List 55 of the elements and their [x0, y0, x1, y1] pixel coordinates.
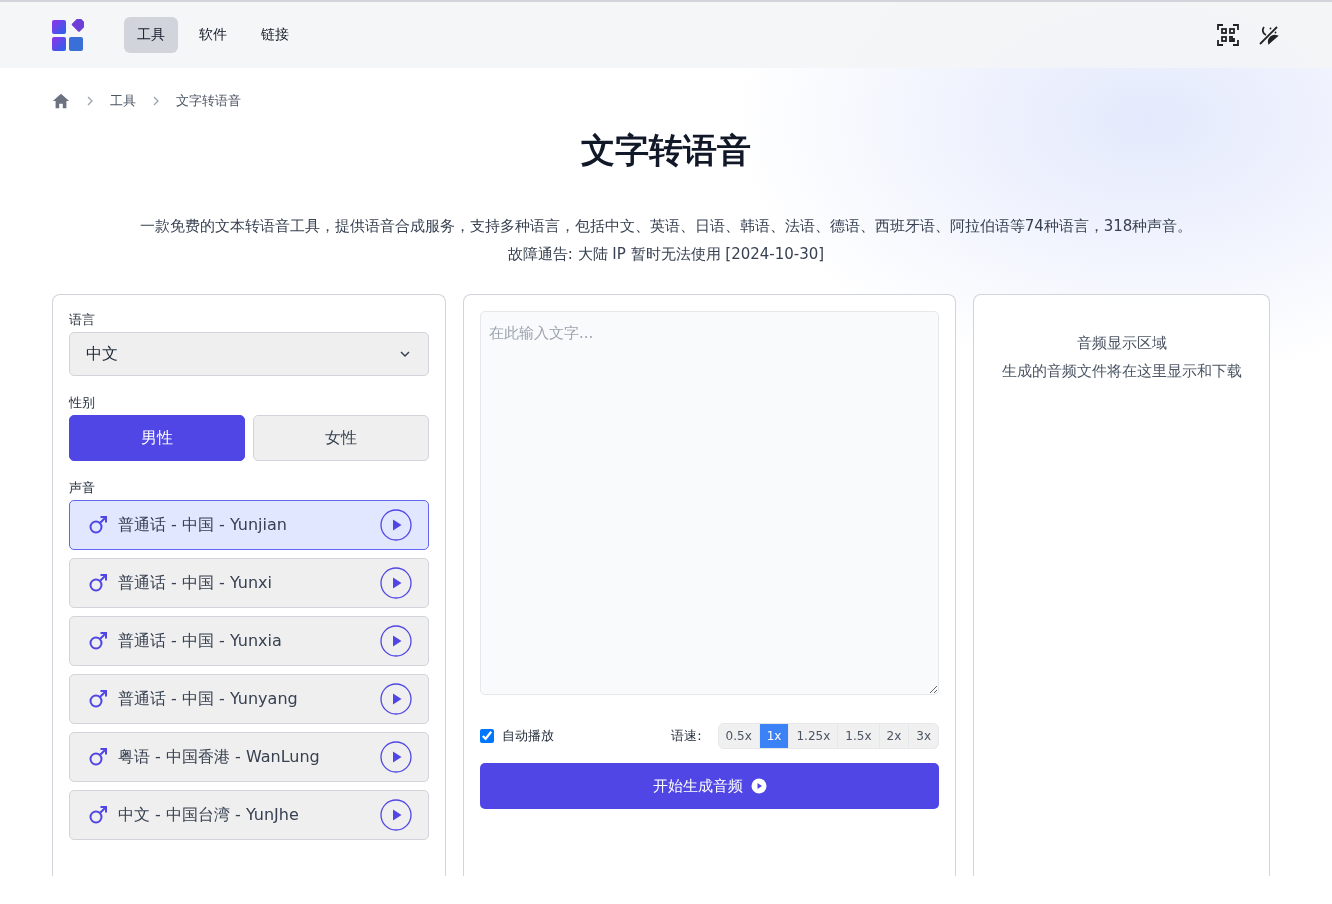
home-icon[interactable] — [52, 92, 70, 110]
autoplay-checkbox[interactable] — [480, 729, 494, 743]
field-label: 性别 — [69, 394, 96, 412]
voice-name: 普通话 - 中国 - Yunyang — [118, 688, 299, 710]
voice-name: 普通话 - 中国 - Yunxia — [118, 630, 283, 652]
logo-icon[interactable] — [52, 19, 84, 51]
nav-tab[interactable]: 软件 — [186, 17, 240, 53]
speed-option[interactable]: 2x — [878, 724, 909, 748]
voice-option[interactable]: 普通话 - 中国 - Yunxi — [69, 558, 429, 608]
voice-option[interactable]: 普通话 - 中国 - Yunjian — [69, 500, 429, 550]
play-icon[interactable] — [380, 567, 412, 599]
field-label: 语言 — [69, 311, 96, 329]
play-icon[interactable] — [380, 683, 412, 715]
male-icon — [88, 805, 108, 825]
speed-option[interactable]: 1.5x — [837, 724, 879, 748]
voice-option[interactable]: 中文 - 中国台湾 - YunJhe — [69, 790, 429, 840]
output-title: 音频显示区域 — [1075, 333, 1168, 354]
voice-name: 普通话 - 中国 - Yunjian — [118, 514, 288, 536]
male-icon — [88, 747, 108, 767]
play-icon — [750, 778, 767, 794]
voice-option[interactable]: 普通话 - 中国 - Yunyang — [69, 674, 429, 724]
breadcrumb-link[interactable]: 工具 — [110, 92, 136, 110]
breadcrumb-link[interactable]: 文字转语音 — [176, 92, 241, 110]
gender-button[interactable]: 男性 — [69, 415, 245, 461]
play-icon[interactable] — [380, 625, 412, 657]
autoplay-label: 自动播放 — [502, 727, 554, 745]
male-icon — [88, 515, 108, 535]
play-icon[interactable] — [380, 741, 412, 773]
description-text: 故障通告: 大陆 IP 暂时无法使用 [2024-10-30] — [506, 244, 826, 265]
male-icon — [88, 573, 108, 593]
text-input-field[interactable]: 在此输入文字... — [480, 311, 939, 695]
gender-button[interactable]: 女性 — [253, 415, 429, 461]
output-hint: 生成的音频文件将在这里显示和下载 — [1000, 361, 1243, 382]
voice-option[interactable]: 普通话 - 中国 - Yunxia — [69, 616, 429, 666]
nav-tab[interactable]: 链接 — [248, 17, 302, 53]
speed-label: 语速: — [671, 727, 702, 745]
nav-tab[interactable]: 工具 — [124, 17, 178, 53]
speed-option[interactable]: 0.5x — [718, 724, 759, 748]
play-icon[interactable] — [380, 509, 412, 541]
male-icon — [88, 631, 108, 651]
voice-name: 中文 - 中国台湾 - YunJhe — [118, 804, 300, 826]
description-text: 一款免费的文本转语音工具，提供语音合成服务，支持多种语言，包括中文、英语、日语、韩语、法语、德语、西班牙语、阿拉伯语等74种语言，318种声音。 — [138, 216, 1194, 237]
male-icon — [88, 689, 108, 709]
qr-code-icon[interactable] — [1216, 23, 1240, 47]
field-label: 声音 — [69, 479, 96, 497]
speed-option[interactable]: 1x — [758, 724, 789, 748]
page-title: 文字转语音 — [580, 129, 752, 172]
generate-button[interactable]: 开始生成音频 — [480, 763, 939, 809]
language-select[interactable]: 中文 — [69, 332, 429, 376]
voice-option[interactable]: 粤语 - 中国香港 - WanLung — [69, 732, 429, 782]
voice-name: 普通话 - 中国 - Yunxi — [118, 572, 274, 594]
voice-name: 粤语 - 中国香港 - WanLung — [118, 746, 321, 768]
play-icon[interactable] — [380, 799, 412, 831]
speed-option[interactable]: 3x — [908, 724, 938, 748]
speed-option[interactable]: 1.25x — [788, 724, 838, 748]
